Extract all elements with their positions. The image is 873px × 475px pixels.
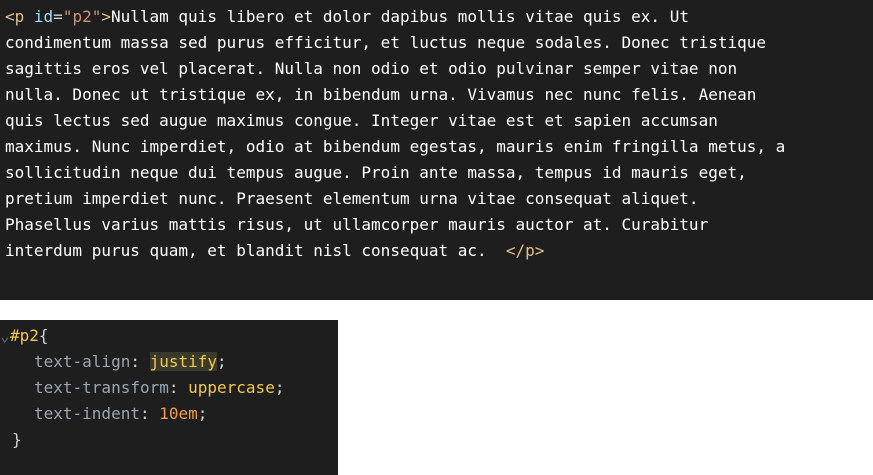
css-semicolon: ; <box>274 378 285 397</box>
html-open-tag-start: <p <box>5 7 34 26</box>
css-semicolon: ; <box>197 404 208 423</box>
html-text-line: nulla. Donec ut tristique ex, in bibendu… <box>5 85 757 104</box>
html-attr-name: id <box>33 7 54 26</box>
html-text-line: Nullam quis libero et dolor dapibus moll… <box>110 7 689 26</box>
html-text-line: Phasellus varius mattis risus, ut ullamc… <box>5 215 709 234</box>
css-colon: : <box>139 404 160 423</box>
css-property: text-transform <box>34 378 169 397</box>
html-text-line: quis lectus sed augue maximus congue. In… <box>5 111 718 130</box>
html-close-tag: </p> <box>505 241 545 260</box>
css-selector: #p2 <box>10 326 39 345</box>
css-code-block: ⌄#p2{ text-align: justify; text-transfor… <box>0 320 338 475</box>
css-property: text-indent <box>34 404 140 423</box>
html-attr-eq: = <box>53 7 63 26</box>
html-code-block: <p id="p2">Nullam quis libero et dolor d… <box>0 0 873 300</box>
html-code-text: <p id="p2">Nullam quis libero et dolor d… <box>5 4 873 264</box>
css-property: text-align <box>34 352 131 371</box>
css-colon: : <box>130 352 150 371</box>
html-text-line: condimentum massa sed purus efficitur, e… <box>5 33 766 52</box>
css-value: uppercase <box>188 378 275 397</box>
css-colon: : <box>168 378 189 397</box>
fold-chevron-icon[interactable]: ⌄ <box>0 323 10 349</box>
html-attr-value: "p2" <box>62 7 102 26</box>
css-semicolon: ; <box>217 352 227 371</box>
html-text-line: maximus. Nunc imperdiet, odio at bibendu… <box>5 137 786 156</box>
css-value-unit: em <box>178 404 198 423</box>
html-text-line: sollicitudin neque dui tempus augue. Pro… <box>5 163 747 182</box>
css-open-brace: { <box>38 326 49 345</box>
html-text-line: interdum purus quam, et blandit nisl con… <box>5 241 506 260</box>
css-code-text: ⌄#p2{ text-align: justify; text-transfor… <box>0 323 338 453</box>
html-text-line: pretium imperdiet nunc. Praesent element… <box>5 189 699 208</box>
css-value: justify <box>149 352 218 371</box>
html-open-tag-end: > <box>101 7 111 26</box>
html-text-line: sagittis eros vel placerat. Nulla non od… <box>5 59 738 78</box>
css-close-brace: } <box>12 430 22 449</box>
css-value-number: 10 <box>159 404 179 423</box>
